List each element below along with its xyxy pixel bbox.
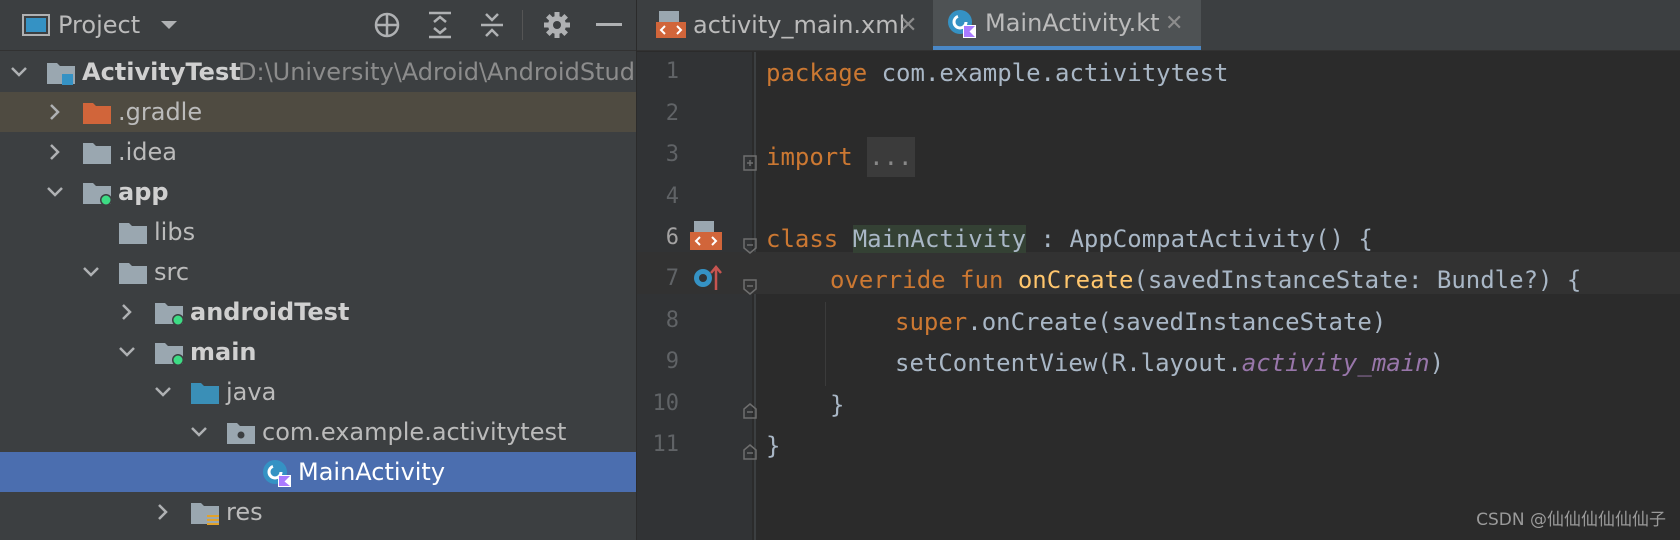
tree-item-androidtest[interactable]: androidTest (0, 292, 636, 332)
android-module-folder-icon (82, 179, 112, 206)
tree-item-label: java (226, 378, 277, 406)
collapse-all-icon[interactable] (478, 0, 506, 50)
line-number: 4 (665, 184, 679, 209)
tree-item-mainactivity[interactable]: MainActivity (0, 452, 636, 492)
locate-file-icon[interactable] (372, 0, 402, 50)
tree-item-label: res (226, 498, 263, 526)
tree-item-java[interactable]: java (0, 372, 636, 412)
line-number: 2 (665, 101, 679, 126)
project-panel: Project ActivityTest D:\University\Adroi… (0, 0, 636, 540)
watermark: CSDN @仙仙仙仙仙仙子 (1476, 510, 1666, 530)
close-icon[interactable]: ✕ (899, 13, 917, 38)
chevron-down-icon[interactable] (188, 421, 210, 443)
tree-item-label: src (154, 258, 190, 286)
tree-item-app[interactable]: app (0, 172, 636, 212)
folded-imports[interactable]: ... (867, 137, 915, 177)
chevron-right-icon[interactable] (44, 141, 66, 163)
minimize-icon[interactable] (596, 0, 622, 50)
folder-icon (118, 219, 148, 245)
tree-item-label: app (118, 178, 169, 206)
project-panel-header: Project (0, 0, 636, 51)
code-area[interactable]: 1 2 3 4 6 7 8 9 10 11 package com.exampl… (637, 52, 1680, 540)
editor-tab-bar: activity_main.xml ✕ MainActivity.kt ✕ (637, 0, 1680, 51)
code-token: MainActivity (852, 225, 1027, 253)
kotlin-class-icon (262, 459, 292, 487)
package-icon (226, 419, 256, 445)
tree-item-label: .idea (118, 138, 178, 166)
module-folder-icon (46, 59, 76, 85)
code-token: com.example.activitytest (867, 59, 1229, 87)
gear-icon[interactable] (542, 0, 572, 50)
chevron-down-icon[interactable] (116, 341, 138, 363)
chevron-down-icon[interactable] (44, 181, 66, 203)
android-folder-icon (154, 299, 184, 326)
xml-file-icon (655, 10, 687, 46)
tree-item-label: libs (154, 218, 196, 246)
code-line-1: package com.example.activitytest (637, 52, 1680, 94)
close-icon[interactable]: ✕ (1165, 11, 1183, 36)
tree-item-path: D:\University\Adroid\AndroidStudi (238, 58, 636, 86)
tree-item-label: androidTest (190, 298, 350, 326)
code-line-7: override fun onCreate(savedInstanceState… (637, 259, 1680, 301)
android-folder-icon (154, 339, 184, 366)
code-token: override fun (830, 266, 1004, 294)
chevron-down-icon[interactable] (80, 261, 102, 283)
code-token: activity_main (1241, 349, 1430, 377)
tree-item-libs[interactable]: libs (0, 212, 636, 252)
tree-item-activitytest[interactable]: ActivityTest D:\University\Adroid\Androi… (0, 52, 636, 92)
tree-item-gradle[interactable]: .gradle (0, 92, 636, 132)
tree-item-package[interactable]: com.example.activitytest (0, 412, 636, 452)
code-line-3: import ... (637, 136, 1680, 178)
code-token: package (766, 59, 868, 87)
tree-item-idea[interactable]: .idea (0, 132, 636, 172)
project-panel-title[interactable]: Project (58, 0, 140, 50)
project-view-icon[interactable] (22, 0, 50, 50)
code-token: setContentView(R.layout. (895, 349, 1242, 377)
code-token: .onCreate(savedInstanceState) (967, 308, 1387, 336)
code-token: (savedInstanceState: Bundle?) { (1133, 266, 1582, 294)
code-line-11: } (766, 432, 781, 460)
code-editor: activity_main.xml ✕ MainActivity.kt ✕ 1 … (637, 0, 1680, 540)
folder-icon (118, 259, 148, 285)
chevron-down-icon[interactable] (8, 61, 30, 83)
chevron-down-icon[interactable] (152, 381, 174, 403)
folder-icon (82, 139, 112, 165)
tree-item-label: main (190, 338, 257, 366)
tree-item-label: com.example.activitytest (262, 418, 567, 446)
view-dropdown-icon[interactable] (160, 0, 178, 50)
code-token: class (766, 225, 839, 253)
code-token: : AppCompatActivity() { (1026, 225, 1373, 253)
code-line-9: setContentView(R.layout.activity_main) (637, 342, 1680, 384)
code-token: onCreate (1017, 266, 1134, 294)
code-line-6: class MainActivity : AppCompatActivity()… (637, 218, 1680, 260)
code-token: ) (1429, 349, 1445, 377)
kotlin-file-icon (947, 9, 977, 45)
tree-item-label: .gradle (118, 98, 203, 126)
tree-item-label: MainActivity (298, 458, 446, 486)
code-token: import (766, 143, 853, 171)
tree-item-main[interactable]: main (0, 332, 636, 372)
expand-all-icon[interactable] (426, 0, 454, 50)
tab-label: MainActivity.kt (985, 9, 1160, 37)
code-line-8: super.onCreate(savedInstanceState) (637, 301, 1680, 343)
tab-activity-main-xml[interactable]: activity_main.xml ✕ (637, 0, 933, 50)
code-token: super (895, 308, 968, 336)
tree-item-label: ActivityTest (82, 58, 241, 86)
chevron-right-icon[interactable] (152, 501, 174, 523)
chevron-right-icon[interactable] (44, 101, 66, 123)
source-folder-icon (190, 379, 220, 405)
excluded-folder-icon (82, 99, 112, 125)
tree-item-src[interactable]: src (0, 252, 636, 292)
tab-label: activity_main.xml (693, 11, 906, 39)
resource-folder-icon (190, 499, 220, 525)
tree-item-res[interactable]: res (0, 492, 636, 532)
header-separator (522, 0, 523, 50)
tab-mainactivity-kt[interactable]: MainActivity.kt ✕ (933, 0, 1201, 50)
chevron-right-icon[interactable] (116, 301, 138, 323)
code-line-10: } (830, 391, 845, 419)
